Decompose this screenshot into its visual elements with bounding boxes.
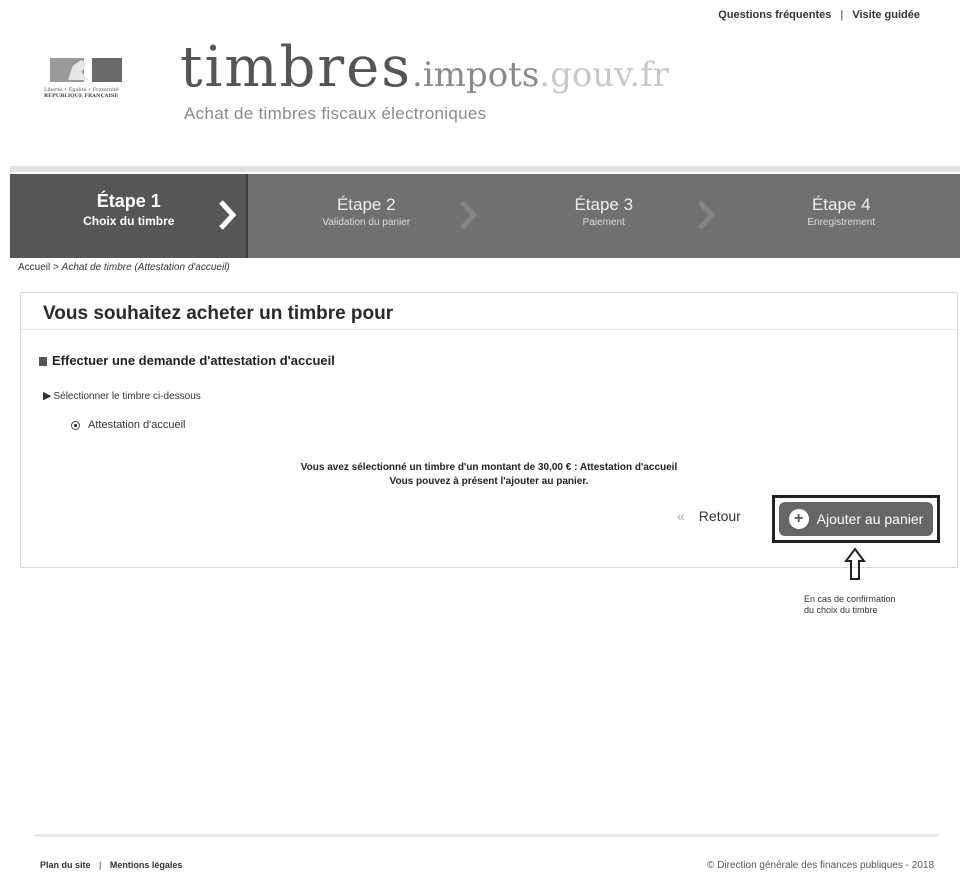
annotation-line-2: du choix du timbre	[804, 605, 878, 616]
step-1: Étape 1 Choix du timbre	[10, 174, 248, 258]
brand-name: timbres	[180, 35, 413, 100]
breadcrumb-current: Achat de timbre (Attestation d'accueil)	[61, 262, 230, 273]
step-3: Étape 3 Paiement	[485, 174, 723, 258]
subsection-heading: ▶ Sélectionner le timbre ci-dessous	[43, 389, 201, 402]
plus-circle-icon: +	[788, 509, 809, 529]
subsection-text: Sélectionner le timbre ci-dessous	[53, 391, 201, 402]
legal-notices-link[interactable]: Mentions légales	[110, 860, 183, 870]
header-divider	[10, 166, 960, 172]
annotation-note: En cas de confirmation du choix du timbr…	[804, 594, 896, 617]
square-bullet-icon	[39, 357, 47, 367]
faq-link[interactable]: Questions fréquentes	[718, 9, 831, 21]
step-2-title: Étape 2	[336, 195, 396, 214]
step-4-title: Étape 4	[811, 195, 871, 214]
chevron-right-icon	[460, 200, 477, 230]
copyright: © Direction générale des finances publiq…	[707, 860, 934, 871]
step-1-subtitle: Choix du timbre	[83, 213, 175, 228]
step-2-subtitle: Validation du panier	[322, 216, 411, 228]
brand-domain: .impots	[412, 55, 540, 95]
double-chevron-left-icon: «	[677, 508, 685, 524]
chevron-right-icon	[218, 200, 236, 230]
site-brand[interactable]: timbres.impots.gouv.fr	[180, 40, 669, 96]
step-4-subtitle: Enregistrement	[807, 216, 876, 228]
top-links: Questions fréquentes | Visite guidée	[718, 9, 920, 21]
add-to-cart-button[interactable]: + Ajouter au panier	[779, 502, 933, 536]
step-3-subtitle: Paiement	[582, 216, 625, 228]
breadcrumb-home[interactable]: Accueil	[18, 262, 50, 273]
stamp-selection-panel: Vous souhaitez acheter un timbre pour Ef…	[20, 292, 958, 568]
top-links-separator: |	[840, 9, 844, 21]
back-button[interactable]: « Retour	[677, 508, 741, 524]
republique-logo[interactable]: Liberté • Égalité • Fraternité RÉPUBLIQU…	[44, 56, 130, 104]
logo-republic: RÉPUBLIQUE FRANÇAISE	[44, 93, 119, 99]
stamp-option[interactable]: Attestation d'accueil	[71, 419, 186, 431]
chevron-right-icon	[697, 200, 715, 230]
brand-domain-suffix: .gouv.fr	[539, 55, 670, 95]
add-to-cart-label: Ajouter au panier	[816, 511, 924, 527]
stamp-option-label: Attestation d'accueil	[88, 419, 186, 431]
footer-divider	[34, 834, 938, 837]
step-1-title: Étape 1	[96, 191, 161, 211]
step-3-title: Étape 3	[574, 195, 634, 214]
guided-tour-link[interactable]: Visite guidée	[852, 9, 920, 21]
confirmation-line-1: Vous avez sélectionné un timbre d'un mon…	[300, 462, 678, 473]
section-heading: Effectuer une demande d'attestation d'ac…	[39, 353, 335, 368]
title-divider	[21, 329, 957, 330]
footer-separator: |	[99, 860, 102, 870]
confirmation-line-2: Vous pouvez à présent l'ajouter au panie…	[389, 475, 589, 487]
site-tagline: Achat de timbres fiscaux électroniques	[184, 104, 487, 123]
steps-bar: Étape 1 Choix du timbre Étape 2 Validati…	[10, 174, 960, 258]
page-title: Vous souhaitez acheter un timbre pour	[43, 303, 394, 324]
up-arrow-icon	[844, 547, 866, 580]
back-button-label: Retour	[698, 508, 741, 524]
section-heading-text: Effectuer une demande d'attestation d'ac…	[52, 353, 335, 368]
breadcrumb-separator: >	[53, 262, 59, 273]
step-2: Étape 2 Validation du panier	[248, 174, 486, 258]
annotation-line-1: En cas de confirmation	[804, 594, 896, 604]
breadcrumb: Accueil > Achat de timbre (Attestation d…	[18, 262, 230, 273]
selection-confirmation: Vous avez sélectionné un timbre d'un mon…	[21, 461, 957, 488]
triangle-right-icon: ▶	[43, 390, 52, 402]
sitemap-link[interactable]: Plan du site	[40, 860, 91, 870]
marianne-logo-icon	[44, 56, 124, 84]
footer-links: Plan du site | Mentions légales	[40, 860, 182, 870]
stamp-option-radio[interactable]	[71, 420, 80, 430]
add-to-cart-highlight: + Ajouter au panier	[772, 495, 940, 543]
step-4: Étape 4 Enregistrement	[723, 174, 960, 258]
